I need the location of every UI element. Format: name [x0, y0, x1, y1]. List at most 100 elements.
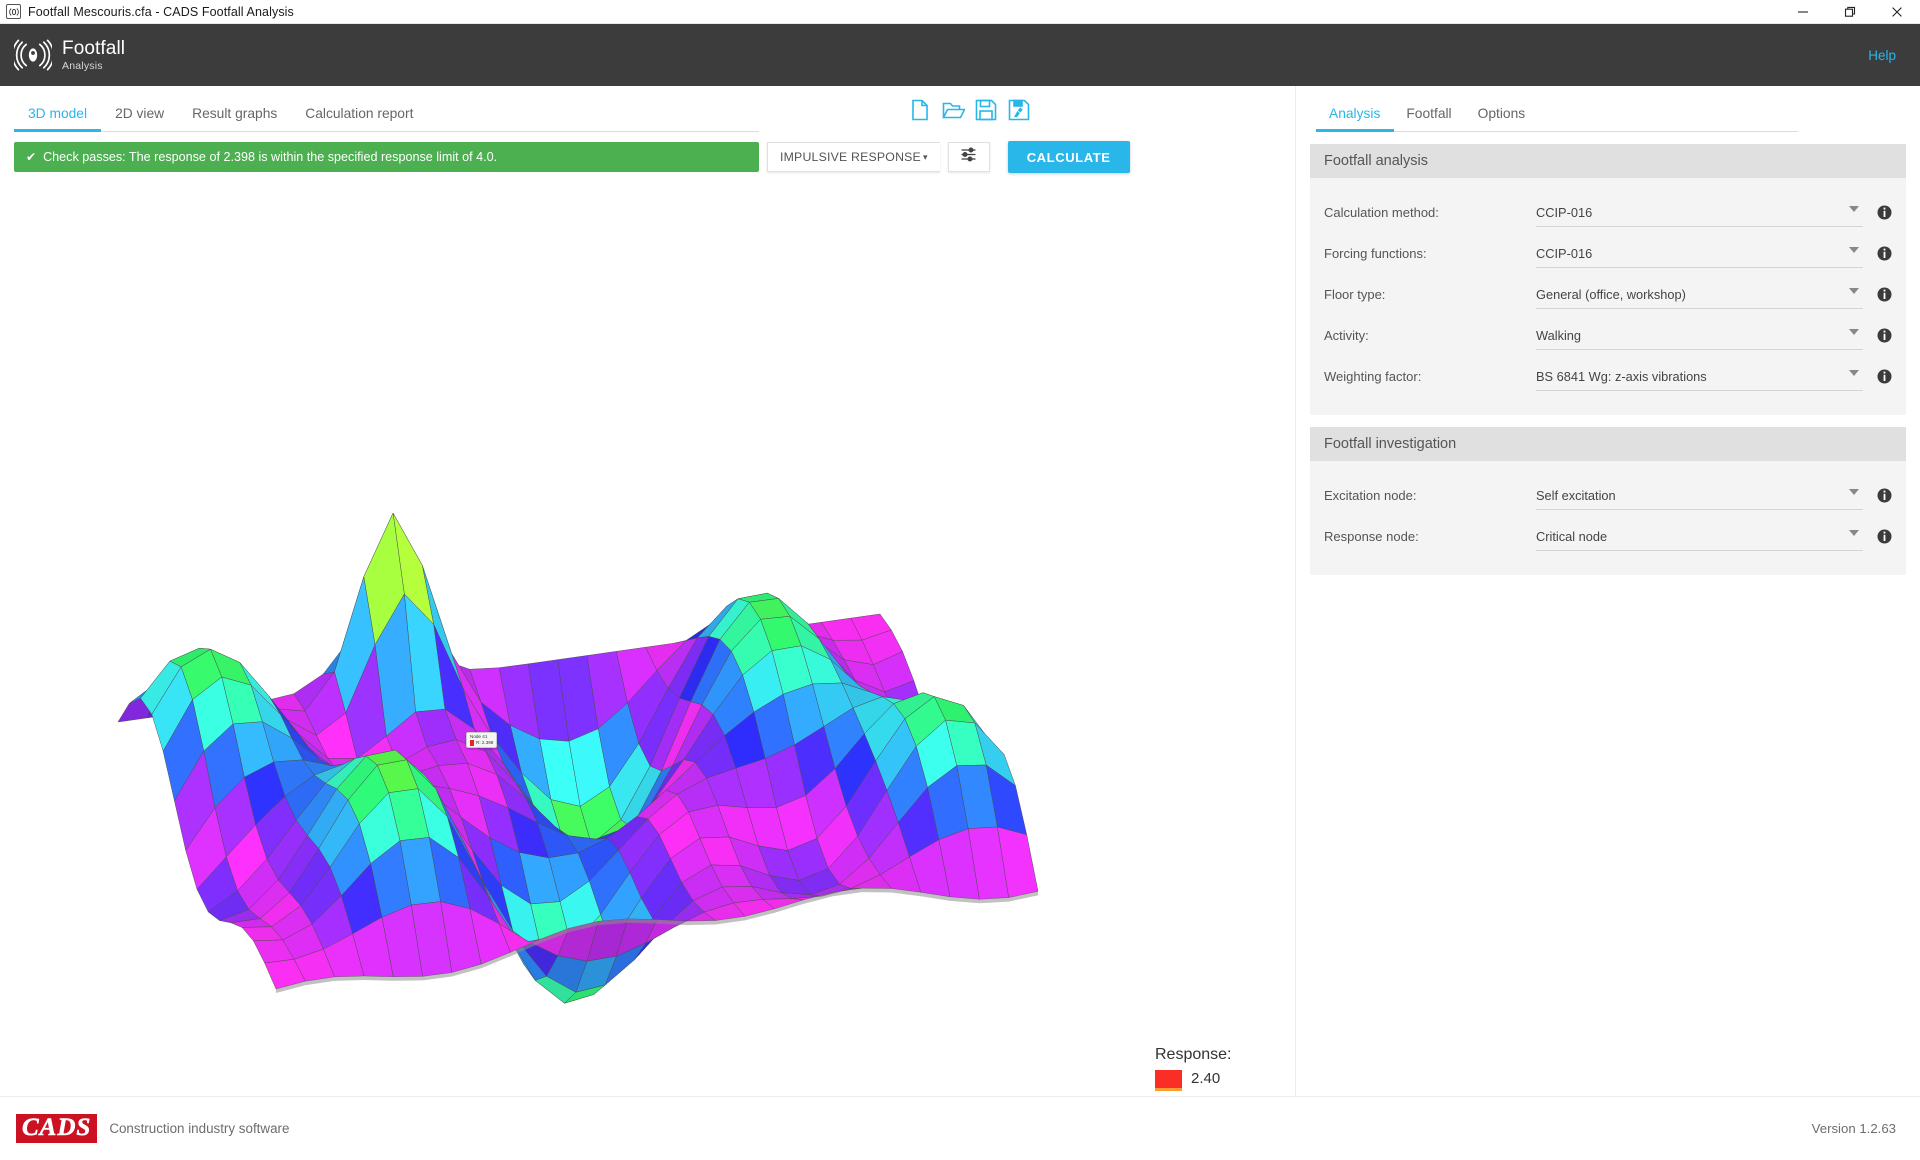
response-type-dropdown[interactable]: IMPULSIVE RESPONSE ▾ [767, 142, 940, 172]
property-field-value: Self excitation [1536, 487, 1616, 503]
property-field-dropdown[interactable]: General (office, workshop) [1536, 281, 1863, 309]
status-message: Check passes: The response of 2.398 is w… [43, 150, 498, 164]
property-field-label: Activity: [1324, 328, 1369, 343]
footer-tagline: Construction industry software [109, 1121, 290, 1136]
chevron-down-icon [1849, 287, 1859, 294]
brand-title: Footfall [62, 37, 126, 59]
property-field-value: BS 6841 Wg: z-axis vibrations [1536, 368, 1707, 384]
legend-value: 2. 13 [1191, 1088, 1224, 1091]
property-field-value: CCIP-016 [1536, 245, 1593, 261]
chevron-down-icon: ▾ [922, 151, 928, 162]
info-icon[interactable] [1877, 328, 1892, 343]
info-icon[interactable] [1877, 287, 1892, 302]
property-field-value: Critical node [1536, 528, 1608, 544]
property-field-value: General (office, workshop) [1536, 286, 1686, 302]
properties-pane: Analysis Footfall Options Footfall analy… [1295, 86, 1920, 1096]
info-icon[interactable] [1877, 246, 1892, 261]
legend-value: 2.40 [1191, 1070, 1221, 1087]
property-card-body: Calculation method: CCIP-016 Forcing funct… [1310, 178, 1906, 415]
property-field-label: Response node: [1324, 529, 1419, 544]
tabs-divider [14, 131, 759, 132]
property-field-row: Calculation method: CCIP-016 [1310, 192, 1906, 233]
property-field-label: Calculation method: [1324, 205, 1439, 220]
response-colour-legend: Response: 2.402. 131.861.601.331.070.800… [1155, 1046, 1232, 1091]
app-logo-icon [6, 4, 21, 19]
tab-calculation-report[interactable]: Calculation report [291, 106, 427, 132]
property-field-row: Floor type: General (office, workshop) [1310, 274, 1906, 315]
properties-cards: Footfall analysis Calculation method: CCIP… [1310, 144, 1906, 575]
footfall-response-surface[interactable] [0, 236, 1295, 1091]
property-field-dropdown[interactable]: Self excitation [1536, 482, 1863, 510]
property-field-row: Response node: Critical node [1310, 516, 1906, 557]
footer-version: Version 1.2.63 [1811, 1121, 1896, 1136]
new-file-icon[interactable] [908, 98, 932, 122]
property-field-label: Floor type: [1324, 287, 1386, 302]
view-tabs: 3D model 2D view Result graphs Calculati… [0, 86, 1295, 132]
app-header: Footfall Analysis Help [0, 24, 1920, 86]
status-action-row: ✔ Check passes: The response of 2.398 is… [0, 132, 1295, 173]
info-icon[interactable] [1877, 488, 1892, 503]
property-card-title: Footfall investigation [1310, 427, 1906, 461]
save-icon[interactable] [974, 98, 998, 122]
model-viewport-3d[interactable]: Node 41 R: 2.398 Response: 2.402. 131.86… [0, 236, 1295, 1091]
legend-swatch [1155, 1070, 1182, 1088]
property-field-label: Weighting factor: [1324, 369, 1422, 384]
main-body: 3D model 2D view Result graphs Calculati… [0, 86, 1920, 1096]
maximize-button[interactable] [1826, 0, 1873, 24]
property-field-row: Forcing functions: CCIP-016 [1310, 233, 1906, 274]
info-icon[interactable] [1877, 529, 1892, 544]
legend-swatch [1155, 1088, 1182, 1091]
cads-logo: CADS [16, 1114, 98, 1144]
tab-result-graphs[interactable]: Result graphs [178, 106, 291, 132]
status-banner: ✔ Check passes: The response of 2.398 is… [14, 142, 759, 172]
tab-2d-view[interactable]: 2D view [101, 106, 178, 132]
close-button[interactable] [1873, 0, 1920, 24]
property-field-dropdown[interactable]: CCIP-016 [1536, 240, 1863, 268]
chevron-down-icon [1849, 328, 1859, 335]
legend-swatch-column [1155, 1070, 1182, 1091]
property-card: Footfall investigation Excitation node: Se… [1310, 427, 1906, 575]
node-annotation-label: Node 41 R: 2.398 [466, 732, 498, 749]
property-field-value: Walking [1536, 327, 1582, 343]
legend-title: Response: [1155, 1046, 1232, 1063]
info-icon[interactable] [1877, 369, 1892, 384]
property-field-dropdown[interactable]: Walking [1536, 322, 1863, 350]
property-field-dropdown[interactable]: CCIP-016 [1536, 199, 1863, 227]
calculate-button[interactable]: CALCULATE [1007, 141, 1130, 173]
file-operations-toolbar [908, 98, 1031, 122]
tab-options[interactable]: Options [1465, 106, 1539, 132]
property-field-row: Weighting factor: BS 6841 Wg: z-axis vibr… [1310, 356, 1906, 397]
legend-value-column: 2.402. 131.861.601.331.070.800.530.270.0… [1191, 1070, 1224, 1091]
property-card-body: Excitation node: Self excitation Response … [1310, 461, 1906, 575]
tab-footfall[interactable]: Footfall [1393, 106, 1464, 132]
footfall-waves-icon [11, 36, 55, 74]
property-card-title: Footfall analysis [1310, 144, 1906, 178]
save-as-icon[interactable] [1007, 98, 1031, 122]
brand-logo: Footfall Analysis [11, 36, 126, 74]
window-titlebar: Footfall Mescouris.cfa - CADS Footfall A… [0, 0, 1920, 24]
chevron-down-icon [1849, 246, 1859, 253]
node-annotation-response: R: 2.398 [476, 740, 494, 746]
property-field-row: Excitation node: Self excitation [1310, 475, 1906, 516]
info-icon[interactable] [1877, 205, 1892, 220]
properties-tabs: Analysis Footfall Options [1310, 86, 1906, 132]
help-link[interactable]: Help [1868, 48, 1896, 63]
check-icon: ✔ [26, 150, 37, 164]
open-folder-icon[interactable] [941, 98, 966, 122]
property-field-label: Forcing functions: [1324, 246, 1427, 261]
property-field-dropdown[interactable]: Critical node [1536, 523, 1863, 551]
window-title: Footfall Mescouris.cfa - CADS Footfall A… [28, 4, 294, 19]
window-controls [1779, 0, 1920, 24]
display-settings-button[interactable] [947, 142, 990, 172]
app-footer: CADS Construction industry software Vers… [0, 1096, 1920, 1160]
left-pane: 3D model 2D view Result graphs Calculati… [0, 86, 1295, 1096]
tabs-active-indicator [14, 129, 101, 132]
minimize-button[interactable] [1779, 0, 1826, 24]
property-field-value: CCIP-016 [1536, 204, 1593, 220]
property-field-row: Activity: Walking [1310, 315, 1906, 356]
property-field-label: Excitation node: [1324, 488, 1417, 503]
chevron-down-icon [1849, 369, 1859, 376]
property-field-dropdown[interactable]: BS 6841 Wg: z-axis vibrations [1536, 363, 1863, 391]
sliders-icon [960, 146, 977, 168]
brand-subtitle: Analysis [62, 59, 103, 72]
